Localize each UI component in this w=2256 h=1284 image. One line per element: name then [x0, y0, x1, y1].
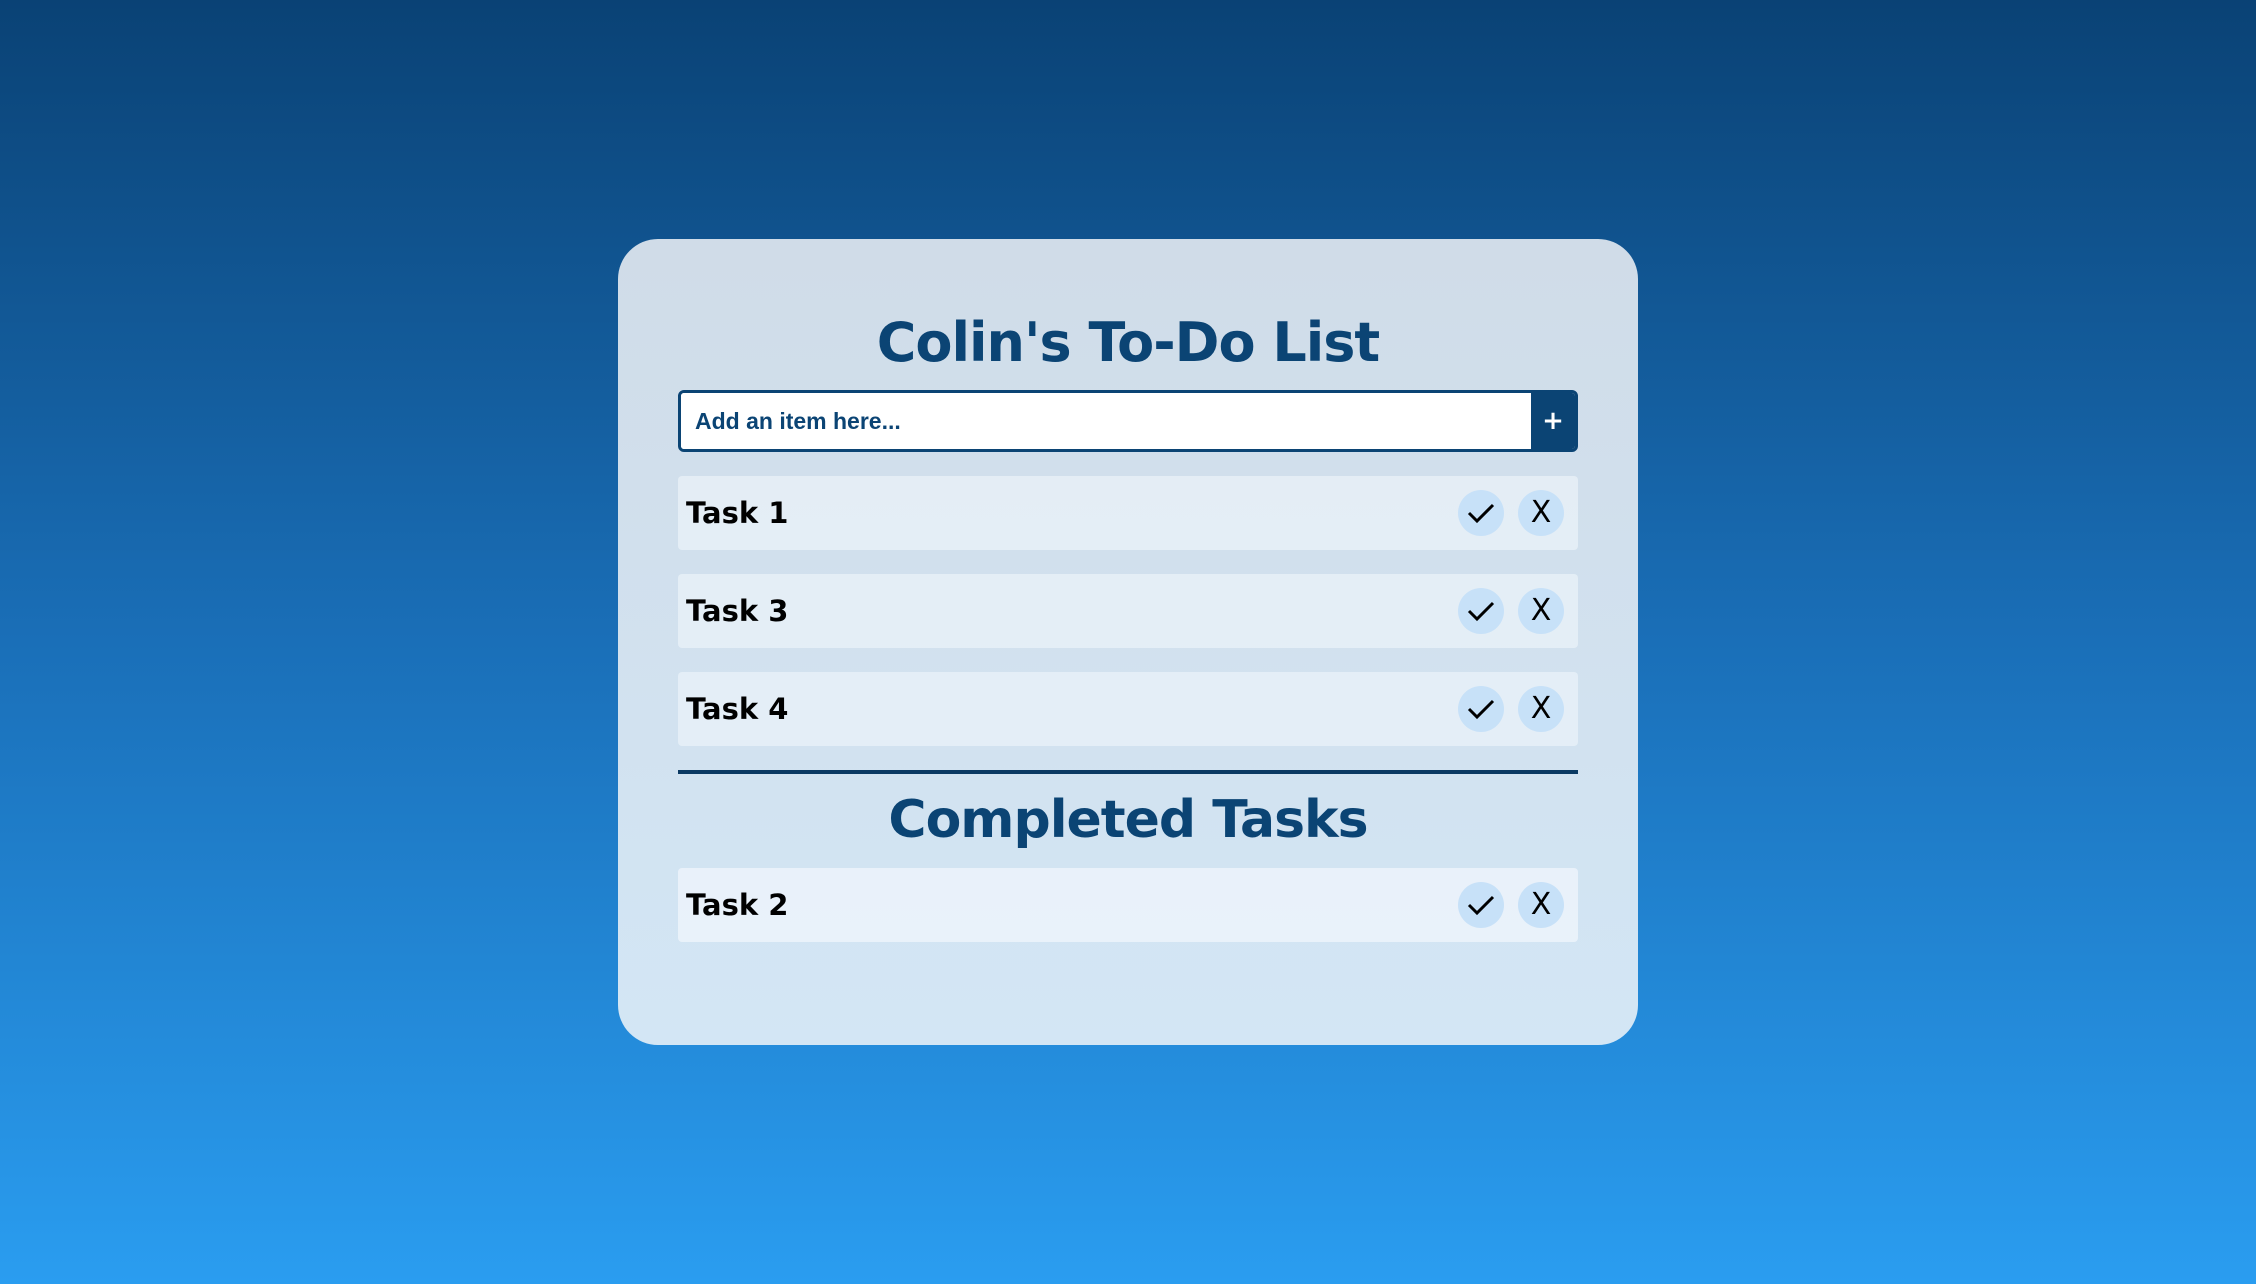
complete-task-button[interactable] — [1458, 686, 1504, 732]
add-item-button[interactable]: + — [1531, 393, 1575, 449]
task-item: Task 4 X — [678, 672, 1578, 746]
add-item-input[interactable] — [681, 393, 1531, 449]
delete-label: X — [1530, 691, 1552, 726]
checkmark-icon — [1467, 699, 1495, 720]
delete-task-button[interactable]: X — [1518, 686, 1564, 732]
section-divider — [678, 770, 1578, 774]
delete-label: X — [1530, 593, 1552, 628]
completed-section-title: Completed Tasks — [888, 790, 1368, 850]
delete-label: X — [1530, 495, 1552, 530]
active-task-list: Task 1 X Task 3 X Task 4 X — [678, 476, 1578, 746]
task-text: Task 1 — [686, 496, 789, 530]
complete-task-button[interactable] — [1458, 588, 1504, 634]
delete-task-button[interactable]: X — [1518, 490, 1564, 536]
page-title: Colin's To-Do List — [876, 311, 1380, 374]
delete-label: X — [1530, 887, 1552, 922]
complete-task-button[interactable] — [1458, 882, 1504, 928]
task-text: Task 2 — [686, 888, 789, 922]
checkmark-icon — [1467, 601, 1495, 622]
delete-task-button[interactable]: X — [1518, 588, 1564, 634]
todo-card: Colin's To-Do List + Task 1 X Task 3 X T… — [618, 239, 1638, 1045]
task-item: Task 2 X — [678, 868, 1578, 942]
delete-task-button[interactable]: X — [1518, 882, 1564, 928]
task-item: Task 1 X — [678, 476, 1578, 550]
complete-task-button[interactable] — [1458, 490, 1504, 536]
checkmark-icon — [1467, 895, 1495, 916]
completed-task-list: Task 2 X — [678, 868, 1578, 942]
task-text: Task 3 — [686, 594, 789, 628]
task-item: Task 3 X — [678, 574, 1578, 648]
add-item-form: + — [678, 390, 1578, 452]
task-text: Task 4 — [686, 692, 789, 726]
checkmark-icon — [1467, 503, 1495, 524]
